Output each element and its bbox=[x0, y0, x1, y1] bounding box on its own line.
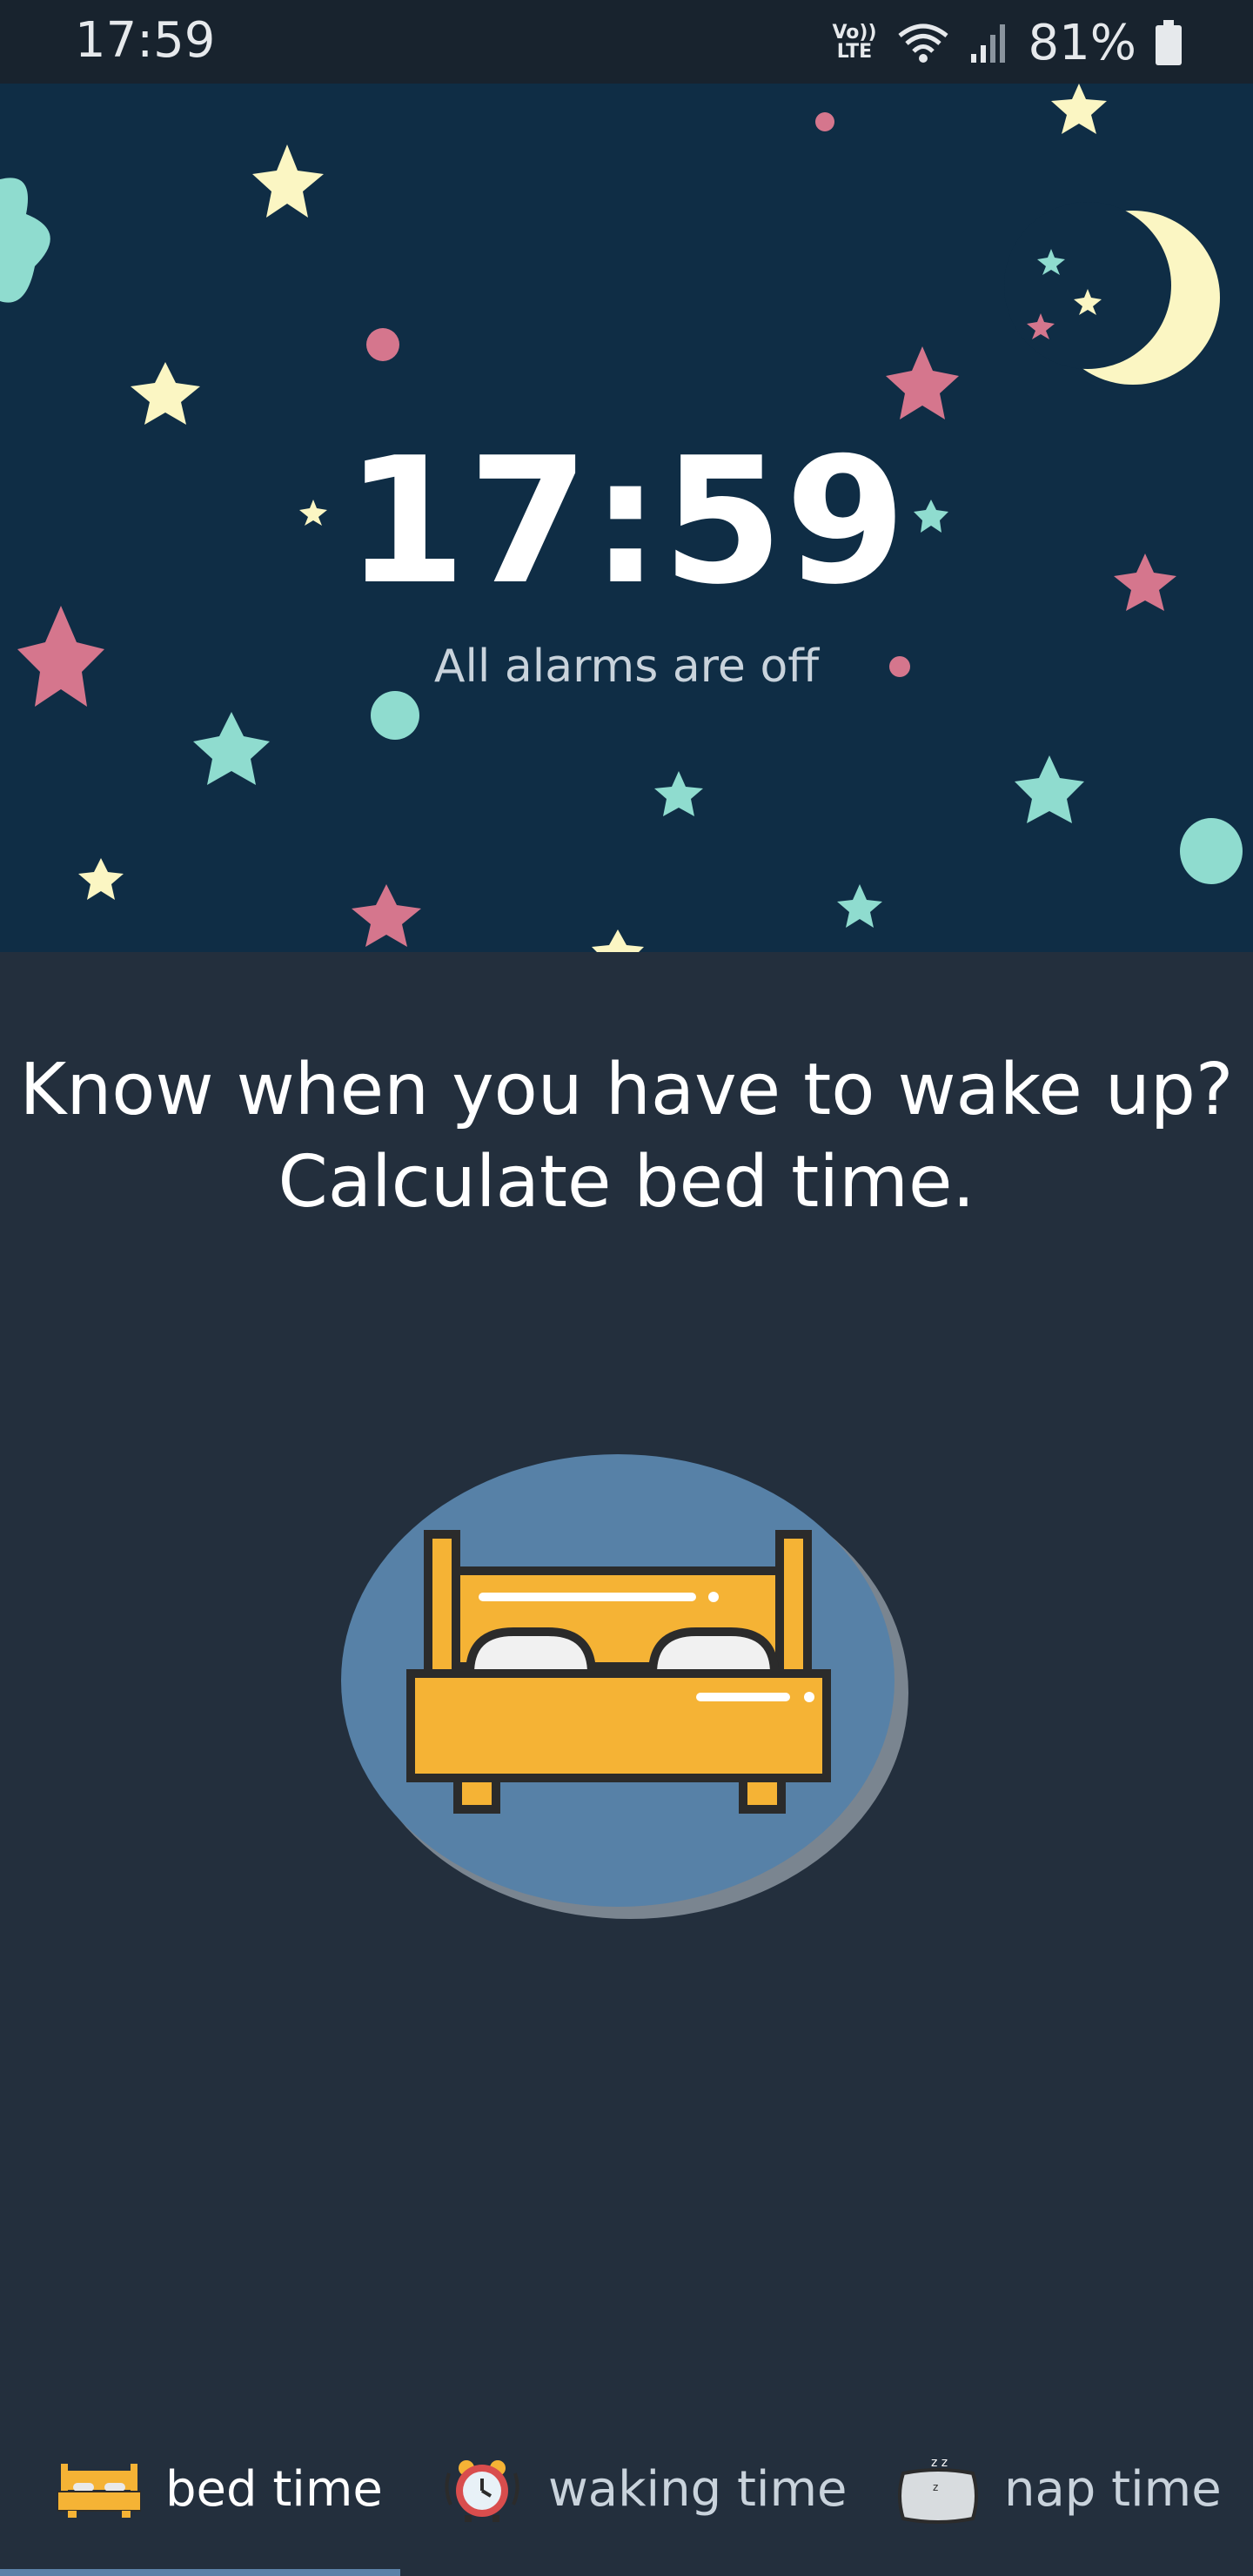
bottom-tab-bar: bed time waking time z z z nap time bbox=[0, 2411, 1253, 2576]
signal-icon bbox=[970, 24, 1005, 63]
star-shape bbox=[193, 712, 270, 785]
tab-waking-time[interactable]: waking time bbox=[440, 2411, 847, 2567]
current-time: 17:59 bbox=[345, 420, 908, 623]
tab-label: nap time bbox=[1004, 2460, 1222, 2518]
star-shape bbox=[0, 178, 50, 303]
battery-icon bbox=[1156, 20, 1182, 65]
clock-header: 17:59 All alarms are off bbox=[0, 84, 1253, 952]
bed-icon bbox=[57, 2464, 141, 2518]
star-shape bbox=[1051, 84, 1107, 134]
moon-icon bbox=[1004, 202, 1220, 385]
svg-text:z z: z z bbox=[931, 2456, 948, 2470]
wifi-icon bbox=[897, 23, 948, 63]
star-shape bbox=[592, 929, 644, 952]
prompt-line-1: Know when you have to wake up? bbox=[19, 1049, 1234, 1131]
star-shape bbox=[1015, 755, 1084, 823]
dot-shape bbox=[366, 328, 399, 361]
prompt-line-2: Calculate bed time. bbox=[278, 1141, 975, 1224]
tab-bed-time[interactable]: bed time bbox=[57, 2411, 383, 2567]
battery-percent: 81% bbox=[1028, 14, 1136, 71]
alarm-status: All alarms are off bbox=[433, 641, 820, 693]
status-icons: Vo)) LTE 81% bbox=[832, 12, 1182, 73]
active-tab-indicator bbox=[0, 2569, 400, 2576]
dot-shape bbox=[815, 112, 834, 131]
status-bar: 17:59 Vo)) LTE 81% bbox=[0, 0, 1253, 84]
dot-shape bbox=[371, 691, 419, 740]
dot-shape bbox=[1180, 818, 1243, 884]
volte-icon: Vo)) LTE bbox=[832, 22, 877, 63]
tab-label: waking time bbox=[548, 2460, 848, 2518]
svg-text:z: z bbox=[933, 2481, 938, 2493]
star-shape bbox=[837, 884, 882, 928]
star-shape bbox=[352, 884, 421, 947]
prompt-text: Know when you have to wake up? Calculate… bbox=[0, 1044, 1253, 1229]
pillow-icon: z z z bbox=[898, 2456, 978, 2524]
star-shape bbox=[886, 346, 959, 419]
tab-nap-time[interactable]: z z z nap time bbox=[896, 2411, 1222, 2567]
star-shape bbox=[252, 144, 324, 218]
calculate-bed-time-button[interactable] bbox=[339, 1440, 914, 1928]
status-time: 17:59 bbox=[75, 12, 216, 69]
star-shape bbox=[654, 771, 703, 816]
star-shape bbox=[78, 858, 124, 900]
star-shape bbox=[131, 362, 200, 425]
tab-label: bed time bbox=[165, 2460, 383, 2518]
alarm-clock-icon bbox=[445, 2460, 519, 2522]
bed-icon bbox=[406, 1530, 831, 1814]
